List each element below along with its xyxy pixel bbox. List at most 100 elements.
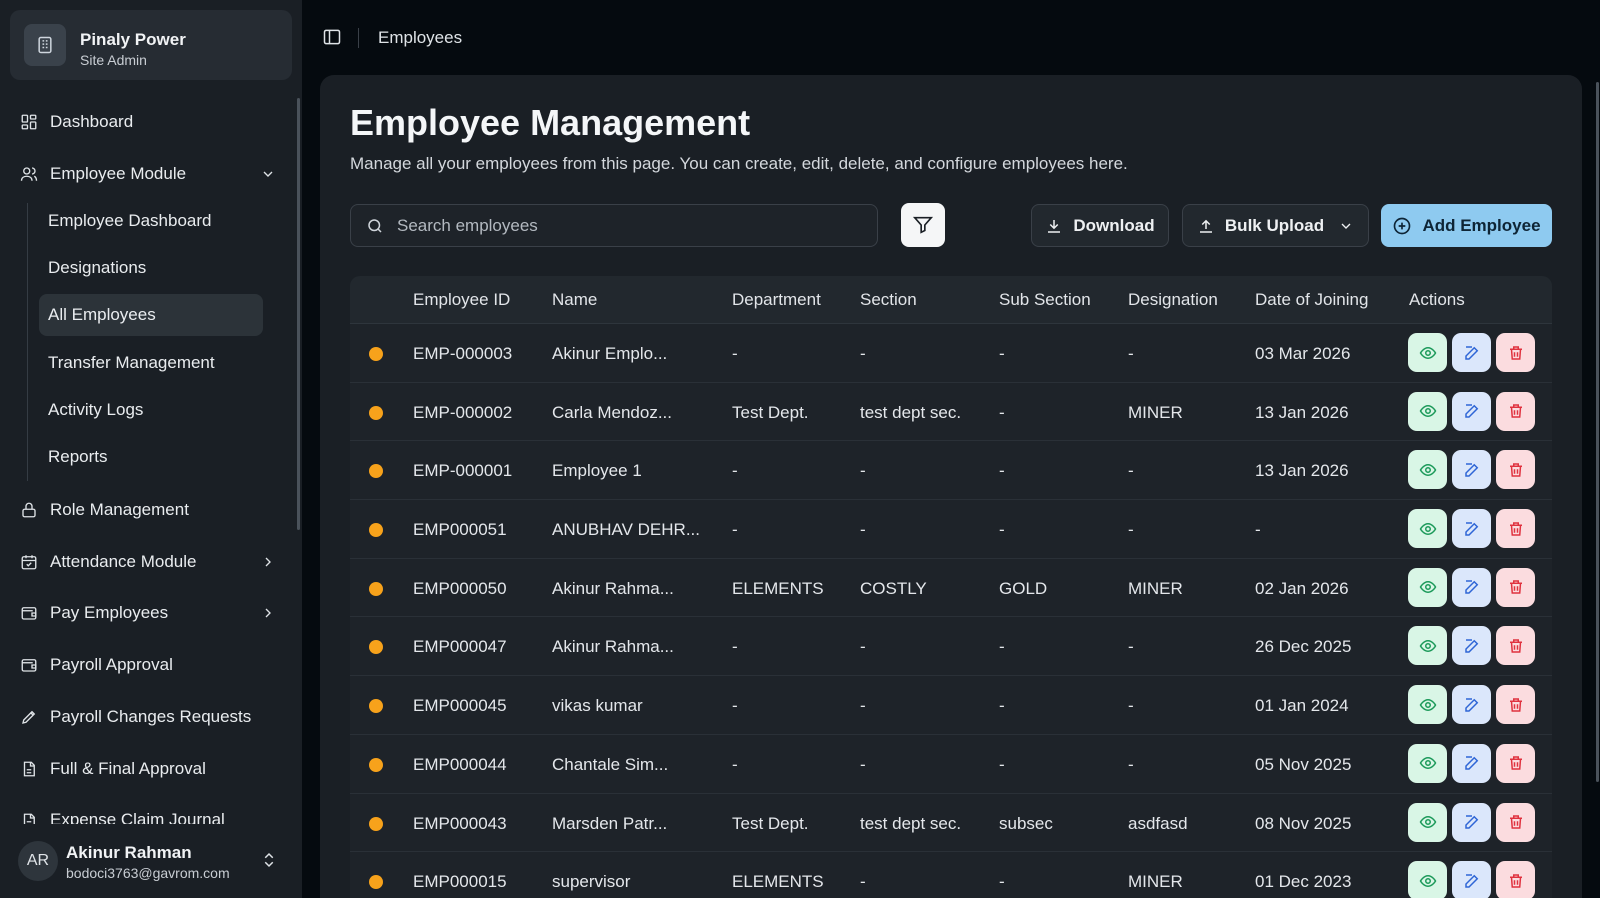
edit-button[interactable] bbox=[1452, 450, 1491, 490]
delete-button[interactable] bbox=[1496, 567, 1535, 607]
cell-sub-section: - bbox=[999, 402, 1005, 422]
view-button[interactable] bbox=[1408, 861, 1447, 898]
cell-designation: - bbox=[1128, 461, 1134, 481]
view-button[interactable] bbox=[1408, 567, 1447, 607]
edit-button[interactable] bbox=[1452, 626, 1491, 666]
delete-button[interactable] bbox=[1496, 391, 1535, 431]
edit-button[interactable] bbox=[1452, 685, 1491, 725]
column-header[interactable]: Section bbox=[860, 290, 917, 310]
cell-date-of-joining: 05 Nov 2025 bbox=[1255, 754, 1352, 774]
add-employee-button[interactable]: Add Employee bbox=[1381, 204, 1552, 247]
cell-sub-section: GOLD bbox=[999, 578, 1048, 598]
search-box[interactable] bbox=[350, 204, 878, 247]
table-row[interactable]: EMP-000001 Employee 1 - - - - 13 Jan 2026 bbox=[350, 441, 1552, 501]
bulk-upload-button[interactable]: Bulk Upload bbox=[1182, 204, 1369, 247]
view-button[interactable] bbox=[1408, 509, 1447, 549]
edit-button[interactable] bbox=[1452, 802, 1491, 842]
view-button[interactable] bbox=[1408, 391, 1447, 431]
chevron-down-icon[interactable] bbox=[260, 166, 276, 182]
sidebar-item-payroll-approval[interactable]: Payroll Approval bbox=[10, 645, 292, 685]
cell-name: Akinur Rahma... bbox=[552, 637, 674, 657]
edit-button[interactable] bbox=[1452, 861, 1491, 898]
column-header[interactable]: Employee ID bbox=[413, 290, 510, 310]
view-button[interactable] bbox=[1408, 743, 1447, 783]
sidebar-subitem-designations[interactable]: Designations bbox=[39, 247, 263, 289]
wallet-icon bbox=[18, 602, 40, 624]
view-button[interactable] bbox=[1408, 333, 1447, 372]
sidebar-item-label: Expense Claim Journal bbox=[50, 810, 225, 824]
column-header[interactable]: Sub Section bbox=[999, 290, 1091, 310]
sidebar-subitem-all-employees[interactable]: All Employees bbox=[39, 294, 263, 336]
sidebar-item-payroll-changes-requests[interactable]: Payroll Changes Requests bbox=[10, 697, 292, 737]
table-row[interactable]: EMP000051 ANUBHAV DEHR... - - - - - bbox=[350, 500, 1552, 559]
sidebar-subitem-reports[interactable]: Reports bbox=[39, 436, 263, 478]
edit-button[interactable] bbox=[1452, 391, 1491, 431]
column-header[interactable]: Name bbox=[552, 290, 597, 310]
eye-icon bbox=[1419, 520, 1437, 538]
status-dot bbox=[369, 640, 383, 655]
table-row[interactable]: EMP-000002 Carla Mendoz... Test Dept. test … bbox=[350, 383, 1552, 442]
table-row[interactable]: EMP000047 Akinur Rahma... - - - - 26 Dec 2025 bbox=[350, 617, 1552, 677]
dashboard-grid-icon bbox=[18, 111, 40, 133]
org-switcher[interactable]: Pinaly Power Site Admin bbox=[10, 10, 292, 80]
column-header[interactable]: Department bbox=[732, 290, 821, 310]
edit-icon bbox=[1463, 344, 1481, 362]
sidebar-item-employee-module[interactable]: Employee Module bbox=[10, 154, 292, 194]
cell-sub-section: - bbox=[999, 461, 1005, 481]
cell-name: Chantale Sim... bbox=[552, 754, 669, 774]
download-icon bbox=[1045, 217, 1063, 235]
sidebar-item-dashboard[interactable]: Dashboard bbox=[10, 102, 292, 142]
view-button[interactable] bbox=[1408, 626, 1447, 666]
sidebar-item-pay-employees[interactable]: Pay Employees bbox=[10, 593, 292, 633]
edit-button[interactable] bbox=[1452, 567, 1491, 607]
download-button[interactable]: Download bbox=[1031, 204, 1169, 247]
sidebar-item-role-management[interactable]: Role Management bbox=[10, 490, 292, 530]
edit-icon bbox=[1463, 813, 1481, 831]
table-row[interactable]: EMP000043 Marsden Patr... Test Dept. test d… bbox=[350, 794, 1552, 853]
table-row[interactable]: EMP-000003 Akinur Emplo... - - - - 03 Mar 2026 bbox=[350, 324, 1552, 383]
main-scrollbar[interactable] bbox=[1596, 82, 1599, 782]
cell-employee-id: EMP-000003 bbox=[413, 344, 513, 363]
cell-section: - bbox=[860, 872, 866, 892]
sidebar-scrollbar[interactable] bbox=[297, 98, 300, 530]
table-row[interactable]: EMP000044 Chantale Sim... - - - - 05 Nov 2025 bbox=[350, 735, 1552, 794]
delete-button[interactable] bbox=[1496, 685, 1535, 725]
edit-button[interactable] bbox=[1452, 743, 1491, 783]
delete-button[interactable] bbox=[1496, 802, 1535, 842]
edit-button[interactable] bbox=[1452, 509, 1491, 549]
search-input[interactable] bbox=[397, 215, 857, 236]
edit-button[interactable] bbox=[1452, 333, 1491, 372]
sidebar-item-expense-claim-journal[interactable]: Expense Claim Journal bbox=[10, 800, 292, 824]
sidebar-item-full-final-approval[interactable]: Full & Final Approval bbox=[10, 749, 292, 789]
sidebar-subitem-activity-logs[interactable]: Activity Logs bbox=[39, 389, 263, 431]
delete-button[interactable] bbox=[1496, 509, 1535, 549]
user-email: bodoci3763@gavrom.com bbox=[66, 865, 230, 881]
table-row[interactable]: EMP000045 vikas kumar - - - - 01 Jan 2024 bbox=[350, 676, 1552, 735]
delete-button[interactable] bbox=[1496, 626, 1535, 666]
edit-icon bbox=[1463, 578, 1481, 596]
status-dot bbox=[369, 347, 383, 361]
filter-button[interactable] bbox=[901, 203, 945, 247]
trash-icon bbox=[1507, 461, 1525, 479]
chevron-right-icon[interactable] bbox=[260, 605, 276, 621]
delete-button[interactable] bbox=[1496, 333, 1535, 372]
sidebar-subitem-transfer-management[interactable]: Transfer Management bbox=[39, 342, 263, 384]
delete-button[interactable] bbox=[1496, 450, 1535, 490]
view-button[interactable] bbox=[1408, 685, 1447, 725]
chevron-right-icon[interactable] bbox=[260, 554, 276, 570]
column-header[interactable]: Designation bbox=[1128, 290, 1218, 310]
user-menu[interactable]: AR Akinur Rahman bodoci3763@gavrom.com bbox=[10, 835, 292, 891]
eye-icon bbox=[1419, 402, 1437, 420]
column-header[interactable]: Date of Joining bbox=[1255, 290, 1368, 310]
sidebar-item-attendance-module[interactable]: Attendance Module bbox=[10, 542, 292, 582]
table-row[interactable]: EMP000050 Akinur Rahma... ELEMENTS COSTLY GO… bbox=[350, 559, 1552, 618]
view-button[interactable] bbox=[1408, 450, 1447, 490]
view-button[interactable] bbox=[1408, 802, 1447, 842]
sidebar-toggle-icon[interactable] bbox=[322, 27, 344, 49]
delete-button[interactable] bbox=[1496, 861, 1535, 898]
table-row[interactable]: EMP000015 supervisor ELEMENTS - - MINER 01 Dec… bbox=[350, 852, 1552, 898]
sidebar-subitem-employee-dashboard[interactable]: Employee Dashboard bbox=[39, 200, 263, 242]
delete-button[interactable] bbox=[1496, 743, 1535, 783]
cell-sub-section: - bbox=[999, 637, 1005, 657]
lock-icon bbox=[18, 499, 40, 521]
